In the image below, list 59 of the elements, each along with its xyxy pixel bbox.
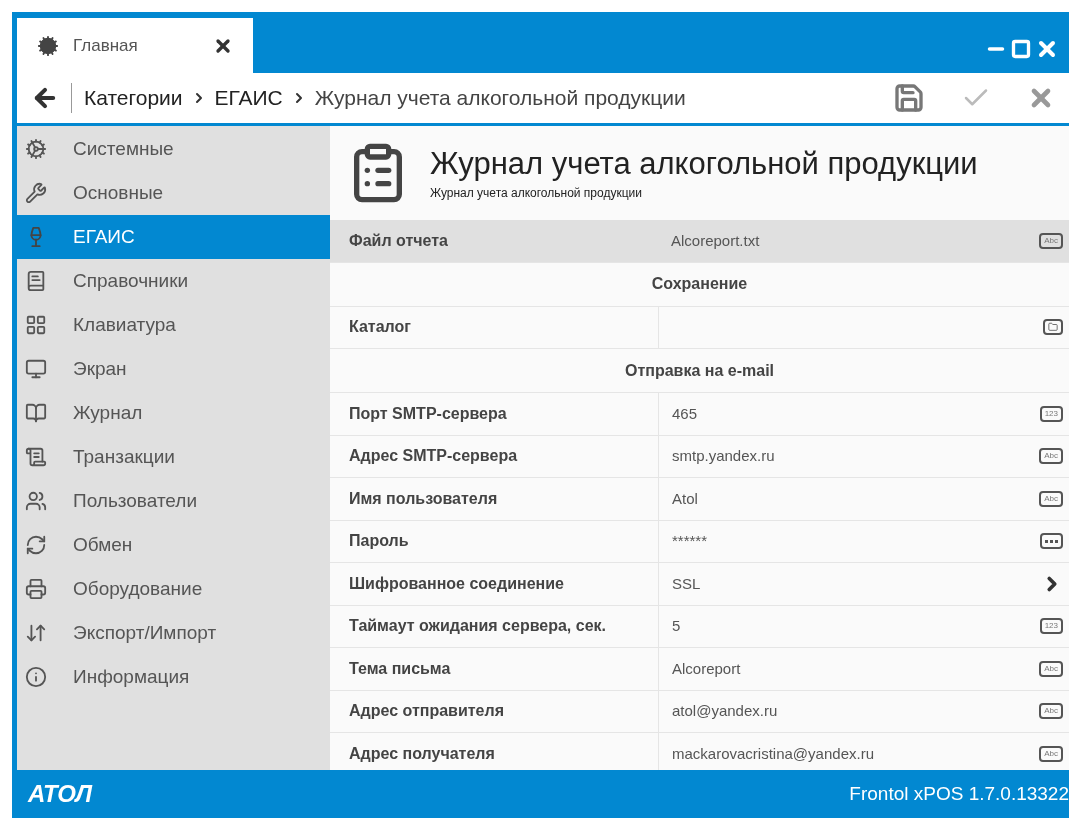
maximize-icon[interactable] <box>1011 39 1031 59</box>
sidebar-item[interactable]: Экспорт/Импорт <box>17 611 330 655</box>
home-tab[interactable]: Главная <box>17 18 253 73</box>
sidebar-item[interactable]: Экран <box>17 347 330 391</box>
info-icon <box>25 666 47 688</box>
page-subtitle: Журнал учета алкогольной продукции <box>430 185 643 202</box>
sidebar-item[interactable]: Оборудование <box>17 567 330 611</box>
settings-row[interactable]: Порт SMTP-сервера 465 123 <box>330 393 1069 436</box>
field-type-badge: Abc <box>1039 703 1063 720</box>
version-label: Frontol xPOS 1.7.0.13322 <box>849 781 1069 806</box>
sidebar-item[interactable]: ЕГАИС <box>17 215 330 259</box>
book-icon <box>25 270 47 292</box>
sidebar-item[interactable]: Системные <box>17 127 330 171</box>
settings-row[interactable]: Адрес отправителя atol@yandex.ru Abc <box>330 690 1069 733</box>
section-heading: Сохранение <box>330 262 1069 307</box>
dots-icon[interactable] <box>1040 533 1063 550</box>
sidebar-item[interactable]: Обмен <box>17 523 330 567</box>
field-type-badge: Abc <box>1039 232 1063 249</box>
sidebar-item[interactable]: Журнал <box>17 391 330 435</box>
refresh-icon <box>25 534 47 556</box>
breadcrumb-link[interactable]: Категории <box>84 82 183 114</box>
sidebar-item[interactable]: Клавиатура <box>17 303 330 347</box>
settings-row[interactable]: Адрес SMTP-сервера smtp.yandex.ru Abc <box>330 435 1069 478</box>
printer-icon <box>25 578 47 600</box>
open-book-icon <box>25 402 47 424</box>
sidebar-item[interactable]: Транзакции <box>17 435 330 479</box>
settings-row[interactable]: Шифрованное соединение SSL <box>330 563 1069 606</box>
scroll-icon <box>25 446 47 468</box>
settings-icon <box>37 34 59 57</box>
wrench-icon <box>25 182 47 204</box>
settings-row[interactable]: Файл отчета Alcoreport.txt Abc <box>330 220 1069 263</box>
sidebar-item[interactable]: Справочники <box>17 259 330 303</box>
section-heading: Отправка на e-mail <box>330 349 1069 393</box>
field-type-badge: Abc <box>1039 490 1063 507</box>
save-icon[interactable] <box>893 82 925 114</box>
settings-row[interactable]: Имя пользователя Atol Abc <box>330 478 1069 521</box>
sidebar-item[interactable]: Основные <box>17 171 330 215</box>
field-type-badge: 123 <box>1039 618 1063 635</box>
breadcrumb-current: Журнал учета алкогольной продукции <box>314 85 686 112</box>
page-title: Журнал учета алкогольной продукции <box>430 145 978 183</box>
settings-row[interactable]: Адрес получателя mackarovacristina@yandex.ru Abc <box>330 733 1069 770</box>
breadcrumb-link[interactable]: ЕГАИС <box>214 82 283 114</box>
field-type-badge: 123 <box>1039 405 1063 422</box>
gears-icon <box>25 138 47 160</box>
settings-row[interactable]: Тема письма Alcoreport Abc <box>330 648 1069 691</box>
arrows-icon <box>25 622 47 644</box>
monitor-icon <box>25 358 47 380</box>
sidebar-item[interactable]: Пользователи <box>17 479 330 523</box>
settings-row[interactable]: Пароль ****** <box>330 520 1069 563</box>
settings-row[interactable]: Таймаут ожидания сервера, сек. 5 123 <box>330 605 1069 648</box>
folder-icon[interactable] <box>1043 319 1063 336</box>
field-type-badge: Abc <box>1039 660 1063 677</box>
keypad-icon <box>25 314 47 336</box>
settings-row[interactable]: Каталог <box>330 306 1069 349</box>
users-icon <box>25 490 47 512</box>
field-type-badge: Abc <box>1039 448 1063 465</box>
field-type-badge: Abc <box>1039 745 1063 762</box>
logo: АТОЛ <box>28 779 93 809</box>
sidebar-item[interactable]: Информация <box>17 655 330 699</box>
